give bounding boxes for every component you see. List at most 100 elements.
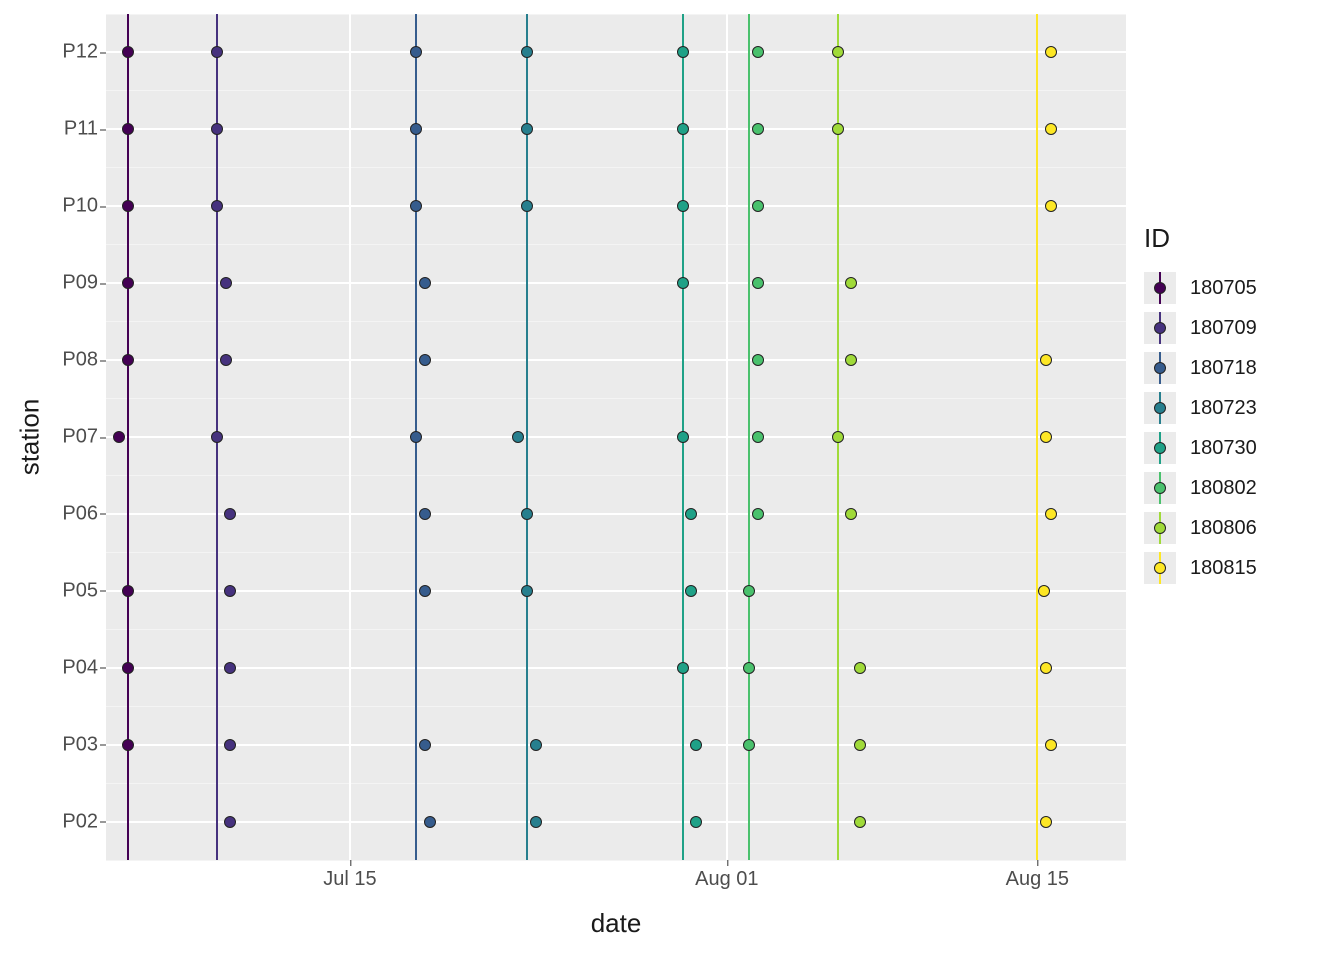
- legend-label: 180802: [1190, 477, 1257, 500]
- data-point: [752, 277, 764, 289]
- gridline-horizontal-minor: [106, 90, 1126, 91]
- gridline-horizontal: [106, 205, 1126, 207]
- data-point: [677, 200, 689, 212]
- x-axis-title: date: [591, 908, 642, 939]
- data-point: [419, 585, 431, 597]
- legend-item: 180718: [1144, 348, 1257, 388]
- gridline-horizontal: [106, 51, 1126, 53]
- gridline-horizontal-minor: [106, 167, 1126, 168]
- data-point: [224, 662, 236, 674]
- data-point: [224, 508, 236, 520]
- data-point: [410, 46, 422, 58]
- data-point: [1040, 816, 1052, 828]
- legend-label: 180730: [1190, 437, 1257, 460]
- id-vline: [127, 14, 129, 860]
- gridline-horizontal-minor: [106, 398, 1126, 399]
- legend-item: 180705: [1144, 268, 1257, 308]
- plot-panel: Jul 15Aug 01Aug 15P02P03P04P05P06P07P08P…: [106, 14, 1126, 860]
- legend-key: [1144, 512, 1176, 544]
- data-point: [752, 123, 764, 135]
- data-point: [1040, 354, 1052, 366]
- legend-label: 180806: [1190, 517, 1257, 540]
- data-point: [521, 508, 533, 520]
- legend-key: [1144, 552, 1176, 584]
- legend-label: 180709: [1190, 317, 1257, 340]
- legend-key: [1144, 352, 1176, 384]
- data-point: [690, 739, 702, 751]
- gridline-horizontal: [106, 128, 1126, 130]
- data-point: [1045, 200, 1057, 212]
- data-point: [424, 816, 436, 828]
- data-point: [220, 354, 232, 366]
- legend-title: ID: [1144, 223, 1257, 254]
- data-point: [832, 123, 844, 135]
- gridline-horizontal-minor: [106, 14, 1126, 15]
- data-point: [419, 508, 431, 520]
- data-point: [690, 816, 702, 828]
- y-tick-label: P11: [64, 118, 106, 141]
- data-point: [832, 46, 844, 58]
- data-point: [752, 354, 764, 366]
- data-point: [521, 200, 533, 212]
- data-point: [832, 431, 844, 443]
- id-vline: [526, 14, 528, 860]
- legend-item: 180709: [1144, 308, 1257, 348]
- legend-key: [1144, 392, 1176, 424]
- data-point: [122, 585, 134, 597]
- legend-label: 180705: [1190, 277, 1257, 300]
- gridline-vertical: [349, 14, 351, 860]
- y-axis-title: station: [15, 399, 46, 476]
- y-tick-label: P04: [62, 656, 106, 679]
- y-tick-label: P02: [62, 810, 106, 833]
- legend-item: 180806: [1144, 508, 1257, 548]
- gridline-horizontal: [106, 821, 1126, 823]
- legend-key: [1144, 272, 1176, 304]
- y-tick-label: P03: [62, 733, 106, 756]
- data-point: [1038, 585, 1050, 597]
- data-point: [743, 662, 755, 674]
- id-vline: [1036, 14, 1038, 860]
- legend-label: 180718: [1190, 357, 1257, 380]
- gridline-horizontal-minor: [106, 629, 1126, 630]
- gridline-horizontal: [106, 359, 1126, 361]
- data-point: [530, 816, 542, 828]
- legend-item: 180723: [1144, 388, 1257, 428]
- data-point: [220, 277, 232, 289]
- data-point: [512, 431, 524, 443]
- data-point: [752, 46, 764, 58]
- y-tick-label: P07: [62, 426, 106, 449]
- data-point: [845, 277, 857, 289]
- x-tick-label: Jul 15: [323, 860, 376, 891]
- data-point: [410, 431, 422, 443]
- gridline-horizontal: [106, 744, 1126, 746]
- data-point: [211, 200, 223, 212]
- data-point: [521, 46, 533, 58]
- data-point: [122, 123, 134, 135]
- data-point: [1045, 508, 1057, 520]
- data-point: [419, 277, 431, 289]
- x-tick-label: Aug 15: [1006, 860, 1069, 891]
- data-point: [122, 739, 134, 751]
- gridline-horizontal-minor: [106, 552, 1126, 553]
- data-point: [752, 431, 764, 443]
- data-point: [685, 508, 697, 520]
- data-point: [224, 739, 236, 751]
- data-point: [122, 46, 134, 58]
- y-tick-label: P09: [62, 272, 106, 295]
- data-point: [224, 585, 236, 597]
- data-point: [530, 739, 542, 751]
- data-point: [419, 354, 431, 366]
- data-point: [854, 739, 866, 751]
- data-point: [677, 662, 689, 674]
- gridline-horizontal-minor: [106, 706, 1126, 707]
- data-point: [521, 585, 533, 597]
- data-point: [1045, 46, 1057, 58]
- gridline-horizontal: [106, 590, 1126, 592]
- data-point: [122, 354, 134, 366]
- gridline-horizontal-minor: [106, 783, 1126, 784]
- legend-key: [1144, 312, 1176, 344]
- legend-label: 180815: [1190, 557, 1257, 580]
- data-point: [1040, 431, 1052, 443]
- data-point: [122, 662, 134, 674]
- data-point: [211, 46, 223, 58]
